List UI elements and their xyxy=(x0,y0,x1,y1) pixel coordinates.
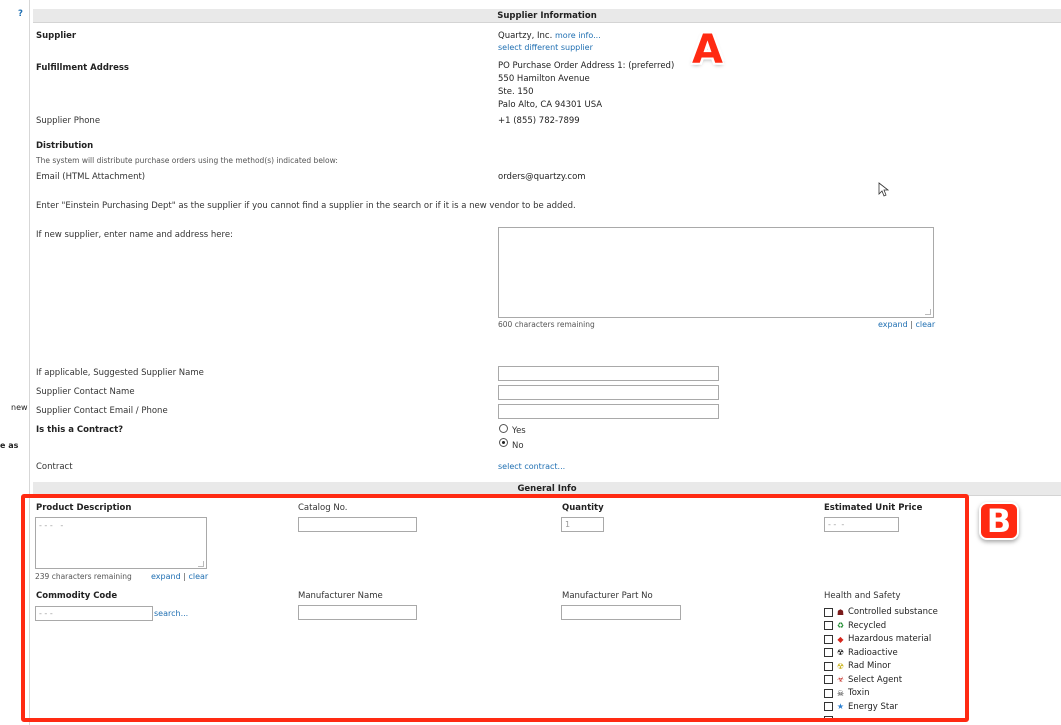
expand-link[interactable]: expand xyxy=(878,320,908,329)
suggested-supplier-input[interactable] xyxy=(498,366,719,381)
distribution-email: orders@quartzy.com xyxy=(498,172,586,182)
contact-name-input[interactable] xyxy=(498,385,719,400)
supplier-label: Supplier xyxy=(36,31,77,41)
annotation-label-a: A xyxy=(692,27,723,73)
help-icon[interactable]: ? xyxy=(18,9,23,19)
distribution-label: Distribution xyxy=(36,141,94,151)
resize-grip-icon[interactable] xyxy=(925,309,931,315)
address-line: Ste. 150 xyxy=(498,87,534,97)
select-different-supplier-link[interactable]: select different supplier xyxy=(498,43,593,52)
annotation-label-b: B xyxy=(979,502,1019,540)
supplier-name: Quartzy, Inc. xyxy=(498,31,553,41)
einstein-instruction: Enter "Einstein Purchasing Dept" as the … xyxy=(36,201,576,211)
contract-no-radio[interactable] xyxy=(499,438,508,447)
contract-yes-label: Yes xyxy=(512,426,526,436)
new-supplier-textarea[interactable] xyxy=(498,227,934,318)
new-supplier-label: If new supplier, enter name and address … xyxy=(36,230,233,240)
more-info-link[interactable]: more info... xyxy=(555,31,601,40)
chars-remaining: 600 characters remaining xyxy=(498,320,595,329)
left-strip-fragment: new xyxy=(11,403,28,412)
link-separator: | xyxy=(910,320,913,329)
select-contract-link[interactable]: select contract... xyxy=(498,462,565,471)
supplier-phone-label: Supplier Phone xyxy=(36,116,101,126)
contact-name-label: Supplier Contact Name xyxy=(36,387,135,397)
contact-email-input[interactable] xyxy=(498,404,719,419)
supplier-information-header: Supplier Information xyxy=(33,9,1061,23)
address-line: Palo Alto, CA 94301 USA xyxy=(498,100,603,110)
fulfillment-address-label: Fulfillment Address xyxy=(36,63,129,73)
contact-email-label: Supplier Contact Email / Phone xyxy=(36,406,168,416)
contract-label: Contract xyxy=(36,462,73,472)
suggested-supplier-label: If applicable, Suggested Supplier Name xyxy=(36,368,204,378)
supplier-phone-value: +1 (855) 782-7899 xyxy=(498,116,580,126)
distribution-method: Email (HTML Attachment) xyxy=(36,172,146,182)
expand-clear-group: expand | clear xyxy=(878,320,935,329)
clear-link[interactable]: clear xyxy=(915,320,935,329)
contract-no-label: No xyxy=(512,441,524,451)
left-strip-fragment: e as xyxy=(0,441,19,450)
contract-question-label: Is this a Contract? xyxy=(36,425,124,435)
contract-yes-radio[interactable] xyxy=(499,424,508,433)
annotation-box-b xyxy=(21,494,969,722)
address-line: 550 Hamilton Avenue xyxy=(498,74,590,84)
mouse-cursor-icon xyxy=(878,182,889,197)
address-line: PO Purchase Order Address 1: (preferred) xyxy=(498,61,675,71)
distribution-note: The system will distribute purchase orde… xyxy=(36,156,338,165)
